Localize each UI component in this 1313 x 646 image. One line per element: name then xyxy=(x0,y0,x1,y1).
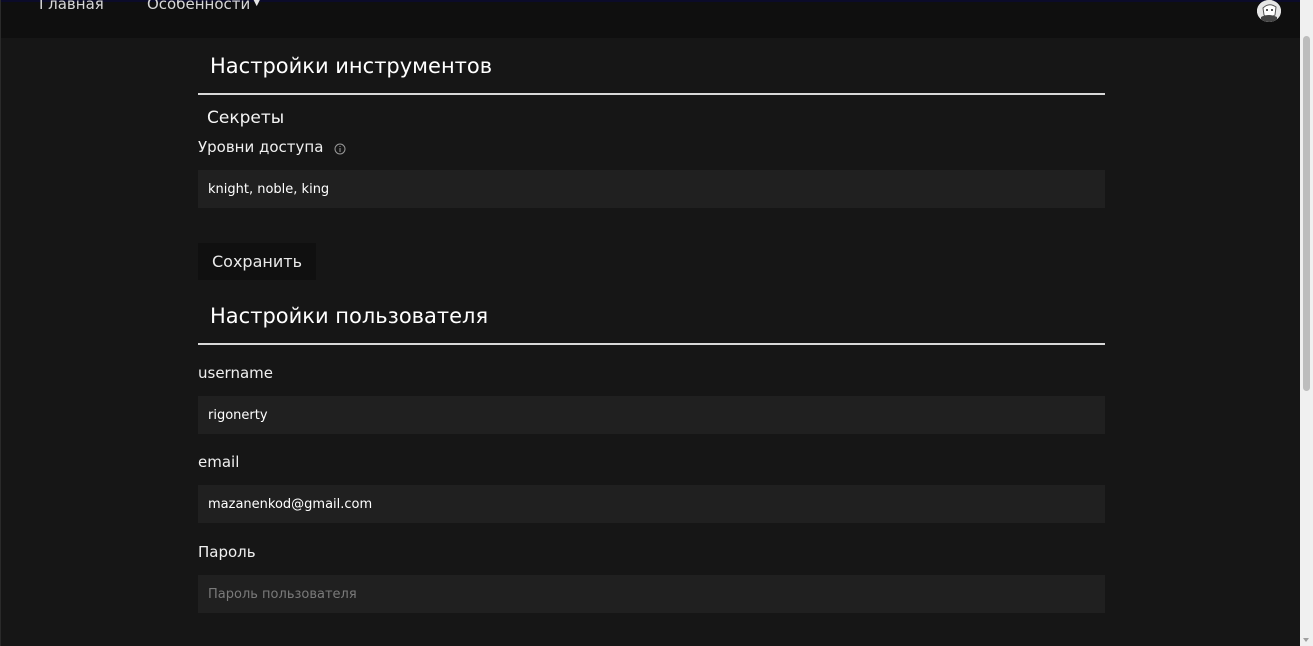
access-levels-input[interactable] xyxy=(198,170,1105,208)
top-navbar: Главная Особенности ▼ xyxy=(0,0,1300,38)
password-input[interactable] xyxy=(198,575,1105,613)
email-label: email xyxy=(198,453,240,471)
avatar[interactable] xyxy=(1257,0,1281,22)
tool-settings-title: Настройки инструментов xyxy=(198,38,1105,95)
secrets-title: Секреты xyxy=(207,108,285,128)
vertical-scrollbar[interactable] xyxy=(1300,0,1313,646)
save-button[interactable]: Сохранить xyxy=(198,243,316,280)
nav-home-link[interactable]: Главная xyxy=(39,0,104,13)
nav-features-dropdown[interactable]: Особенности ▼ xyxy=(147,0,260,13)
scroll-down-arrow-icon[interactable] xyxy=(1303,638,1309,642)
user-settings-title: Настройки пользователя xyxy=(198,288,1105,345)
email-input[interactable] xyxy=(198,485,1105,523)
password-label: Пароль xyxy=(198,543,256,561)
scrollbar-thumb[interactable] xyxy=(1303,36,1310,391)
info-icon[interactable] xyxy=(334,141,346,155)
username-input[interactable] xyxy=(198,396,1105,434)
caret-down-icon: ▼ xyxy=(253,0,261,8)
username-label: username xyxy=(198,364,273,382)
access-levels-label: Уровни доступа xyxy=(198,138,324,156)
access-levels-label-row: Уровни доступа xyxy=(198,137,1105,157)
nav-features-label: Особенности xyxy=(147,0,251,13)
settings-content: Настройки инструментов Секреты Уровни до… xyxy=(198,38,1105,613)
